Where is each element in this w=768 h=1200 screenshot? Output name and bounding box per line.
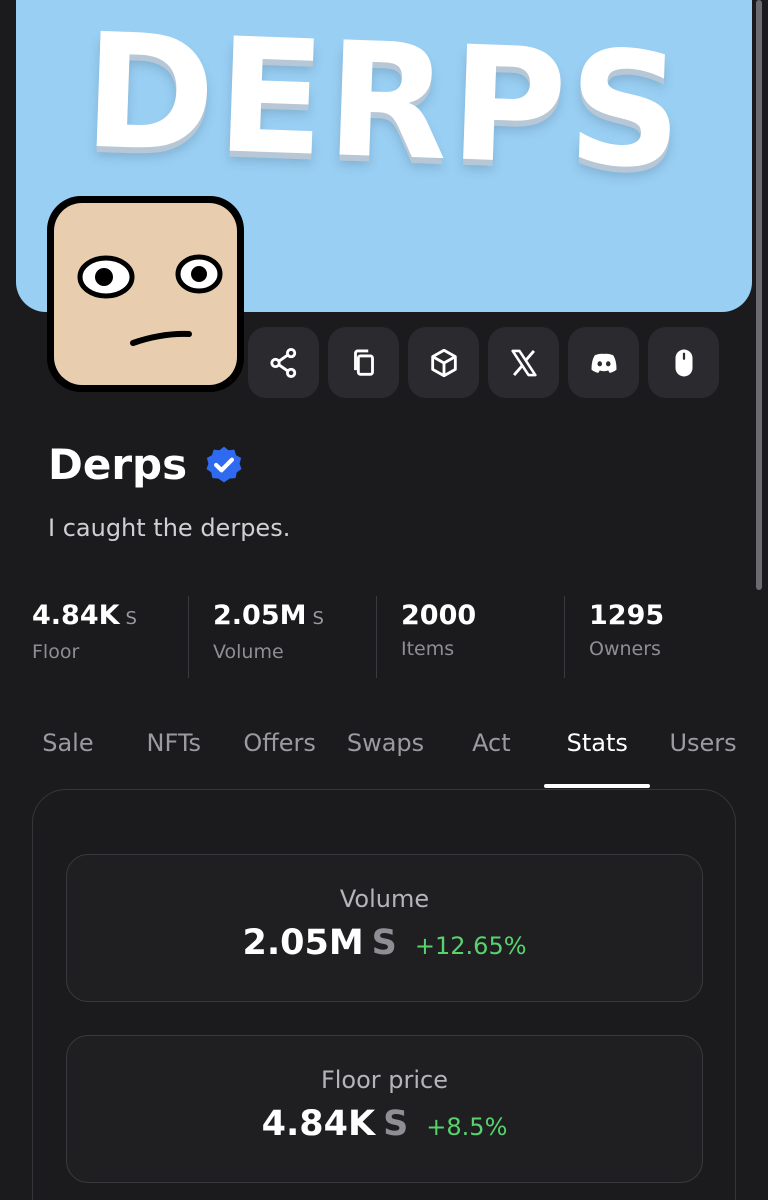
cube-icon [430, 348, 457, 377]
discord-icon [591, 353, 616, 373]
stat-value: 2000 [401, 596, 564, 636]
collection-tabs: Sale NFTs Offers Swaps Act Stats Users [15, 716, 756, 788]
stat-floor: 4.84K S Floor [0, 596, 188, 678]
stat-value: 4.84K S [32, 596, 188, 639]
verified-badge-icon [206, 446, 242, 482]
card-label: Volume [339, 885, 430, 913]
stat-volume: 2.05M S Volume [188, 596, 376, 678]
card-value: 2.05M [242, 923, 364, 963]
tab-users[interactable]: Users [650, 716, 756, 788]
collection-title: Derps [48, 440, 188, 489]
stat-number: 1295 [589, 600, 665, 631]
card-unit: S [371, 923, 397, 963]
tab-swaps[interactable]: Swaps [333, 716, 439, 788]
copy-icon [353, 349, 374, 376]
stat-value: 2.05M S [213, 596, 376, 639]
tab-act[interactable]: Act [438, 716, 544, 788]
share-button[interactable] [248, 327, 319, 398]
card-value-row: 2.05M S +12.65% [67, 923, 702, 963]
card-change: +12.65% [414, 932, 527, 960]
card-label: Floor price [320, 1066, 449, 1094]
stat-items: 2000 Items [376, 596, 564, 678]
banner-text: DERPS [80, 0, 688, 205]
share-icon [269, 347, 296, 378]
stat-number: 4.84K [32, 600, 120, 631]
tab-offers[interactable]: Offers [227, 716, 333, 788]
stat-label: Owners [589, 638, 661, 660]
action-buttons [248, 327, 719, 398]
stat-number: 2000 [401, 600, 477, 631]
stat-unit: S [312, 608, 324, 629]
title-row: Derps [48, 440, 245, 489]
tab-sale[interactable]: Sale [15, 716, 121, 788]
stat-label: Items [401, 638, 455, 660]
card-value-row: 4.84K S +8.5% [67, 1104, 702, 1144]
discord-button[interactable] [568, 327, 639, 398]
stat-number: 2.05M [213, 600, 307, 631]
stat-unit: S [125, 608, 137, 629]
copy-button[interactable] [328, 327, 399, 398]
volume-card: Volume 2.05M S +12.65% [66, 854, 703, 1002]
stat-owners: 1295 Owners [564, 596, 752, 678]
card-unit: S [383, 1104, 409, 1144]
scrollbar[interactable] [756, 0, 762, 590]
collection-description: I caught the derpes. [48, 514, 291, 542]
stat-value: 1295 [589, 596, 752, 636]
tab-nfts[interactable]: NFTs [121, 716, 227, 788]
stats-panel: Volume 2.05M S +12.65% Floor price 4.84K… [32, 789, 736, 1200]
website-button[interactable] [648, 327, 719, 398]
stat-label: Floor [32, 641, 80, 663]
card-change: +8.5% [426, 1113, 508, 1141]
tab-stats[interactable]: Stats [544, 716, 651, 788]
mouse-icon [675, 349, 692, 376]
stat-label: Volume [213, 641, 284, 663]
collection-stats: 4.84K S Floor 2.05M S Volume 2000 Items 12… [0, 596, 756, 678]
x-button[interactable] [488, 327, 559, 398]
x-logo-icon [510, 349, 537, 376]
contract-button[interactable] [408, 327, 479, 398]
collection-avatar [47, 196, 244, 392]
derp-face-drawing [77, 254, 223, 346]
card-value: 4.84K [261, 1104, 376, 1144]
floor-price-card: Floor price 4.84K S +8.5% [66, 1035, 703, 1183]
derp-face [54, 203, 237, 385]
collection-page: DERPS Derps I caught the derpes. 4.84K S… [0, 0, 768, 1200]
